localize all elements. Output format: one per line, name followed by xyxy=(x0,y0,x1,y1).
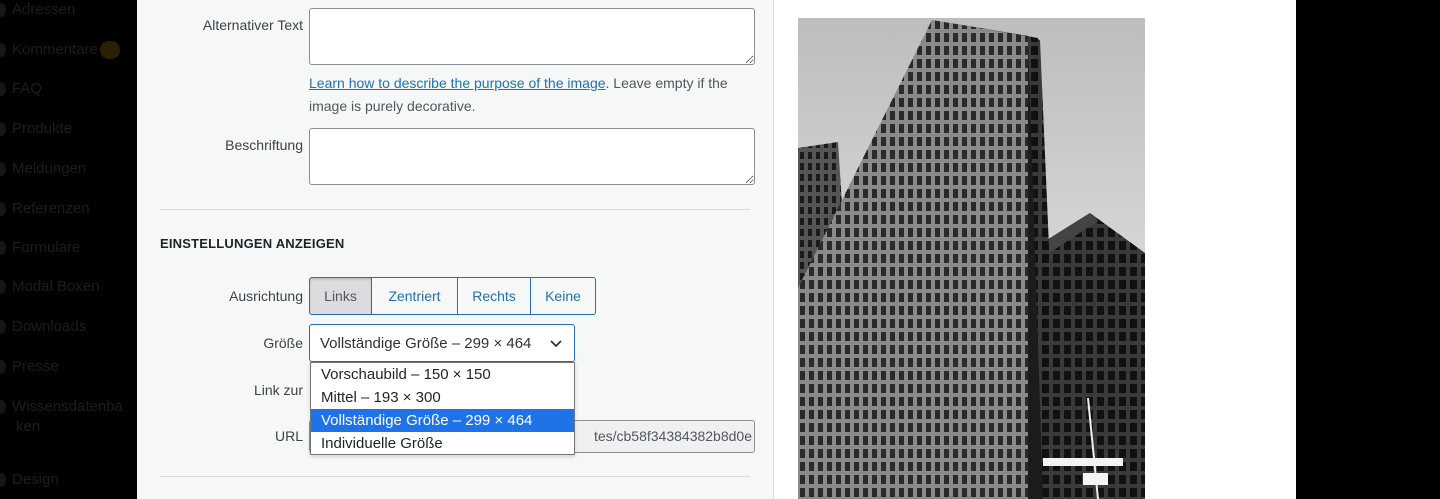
notification-icon xyxy=(0,162,6,177)
display-settings-heading: EINSTELLUNGEN ANZEIGEN xyxy=(160,236,345,251)
preview-image xyxy=(798,18,1145,499)
sidebar-item-faq[interactable]: FAQ xyxy=(0,80,42,97)
sidebar-item-modal-boxen[interactable]: Modal Boxen xyxy=(0,278,100,295)
sidebar-item-adressen[interactable]: Adressen xyxy=(0,1,75,18)
chevron-down-icon xyxy=(550,340,562,348)
sidebar-item-wissensdatenbanken-wrap: ken xyxy=(16,418,41,435)
size-select[interactable]: Vollständige Größe – 299 × 464 xyxy=(309,324,575,362)
url-label: URL xyxy=(274,428,303,444)
sidebar-item-wissensdatenbanken[interactable]: Wissensdatenba xyxy=(0,398,123,415)
size-option-medium[interactable]: Mittel – 193 × 300 xyxy=(311,386,574,409)
alt-text-label: Alternativer Text xyxy=(202,17,303,33)
size-dropdown-list: Vorschaubild – 150 × 150 Mittel – 193 × … xyxy=(310,362,575,455)
comment-icon xyxy=(0,43,6,58)
sidebar-item-design[interactable]: Design xyxy=(0,471,59,488)
alignment-label: Ausrichtung xyxy=(229,288,303,304)
alt-text-field[interactable] xyxy=(309,8,755,65)
link-to-label: Link zur xyxy=(253,382,303,398)
modal-backdrop-right xyxy=(1296,0,1440,499)
image-preview-pane xyxy=(773,0,1296,499)
align-none-button[interactable]: Keine xyxy=(531,277,596,315)
align-left-button[interactable]: Links xyxy=(309,277,372,315)
caption-field[interactable] xyxy=(309,128,755,185)
align-center-button[interactable]: Zentriert xyxy=(372,277,458,315)
form-icon xyxy=(0,241,6,256)
sidebar-item-referenzen[interactable]: Referenzen xyxy=(0,200,90,217)
knowledge-icon xyxy=(0,400,6,415)
design-icon xyxy=(0,473,6,488)
size-label: Größe xyxy=(263,335,303,351)
sidebar-item-meldungen[interactable]: Meldungen xyxy=(0,160,86,177)
sidebar-item-produkte[interactable]: Produkte xyxy=(0,120,72,137)
size-option-full[interactable]: Vollständige Größe – 299 × 464 xyxy=(311,409,574,432)
section-divider-bottom xyxy=(160,476,750,477)
caption-label: Beschriftung xyxy=(225,137,303,153)
reference-icon xyxy=(0,202,6,217)
comment-count-badge xyxy=(99,41,120,60)
size-select-value: Vollständige Größe – 299 × 464 xyxy=(320,334,532,352)
size-option-custom[interactable]: Individuelle Größe xyxy=(311,432,574,455)
section-divider xyxy=(160,209,750,210)
modal-icon xyxy=(0,280,6,295)
alignment-button-group: Links Zentriert Rechts Keine xyxy=(309,277,596,315)
sidebar-item-presse[interactable]: Presse xyxy=(0,358,59,375)
align-right-button[interactable]: Rechts xyxy=(458,277,531,315)
sidebar-item-kommentare[interactable]: Kommentare xyxy=(0,41,120,60)
faq-icon xyxy=(0,82,6,97)
download-icon xyxy=(0,320,6,335)
alt-text-help: Learn how to describe the purpose of the… xyxy=(309,75,728,114)
size-option-thumbnail[interactable]: Vorschaubild – 150 × 150 xyxy=(311,363,574,386)
press-icon xyxy=(0,360,6,375)
menu-icon xyxy=(0,3,6,18)
product-icon xyxy=(0,122,6,137)
describe-purpose-link[interactable]: Learn how to describe the purpose of the… xyxy=(309,75,606,91)
attachment-details-panel: Alternativer Text Learn how to describe … xyxy=(137,0,773,499)
sidebar-item-formulare[interactable]: Formulare xyxy=(0,239,80,256)
sidebar-item-downloads[interactable]: Downloads xyxy=(0,318,86,335)
admin-sidebar: Adressen Kommentare FAQ Produkte Meldung… xyxy=(0,0,137,499)
